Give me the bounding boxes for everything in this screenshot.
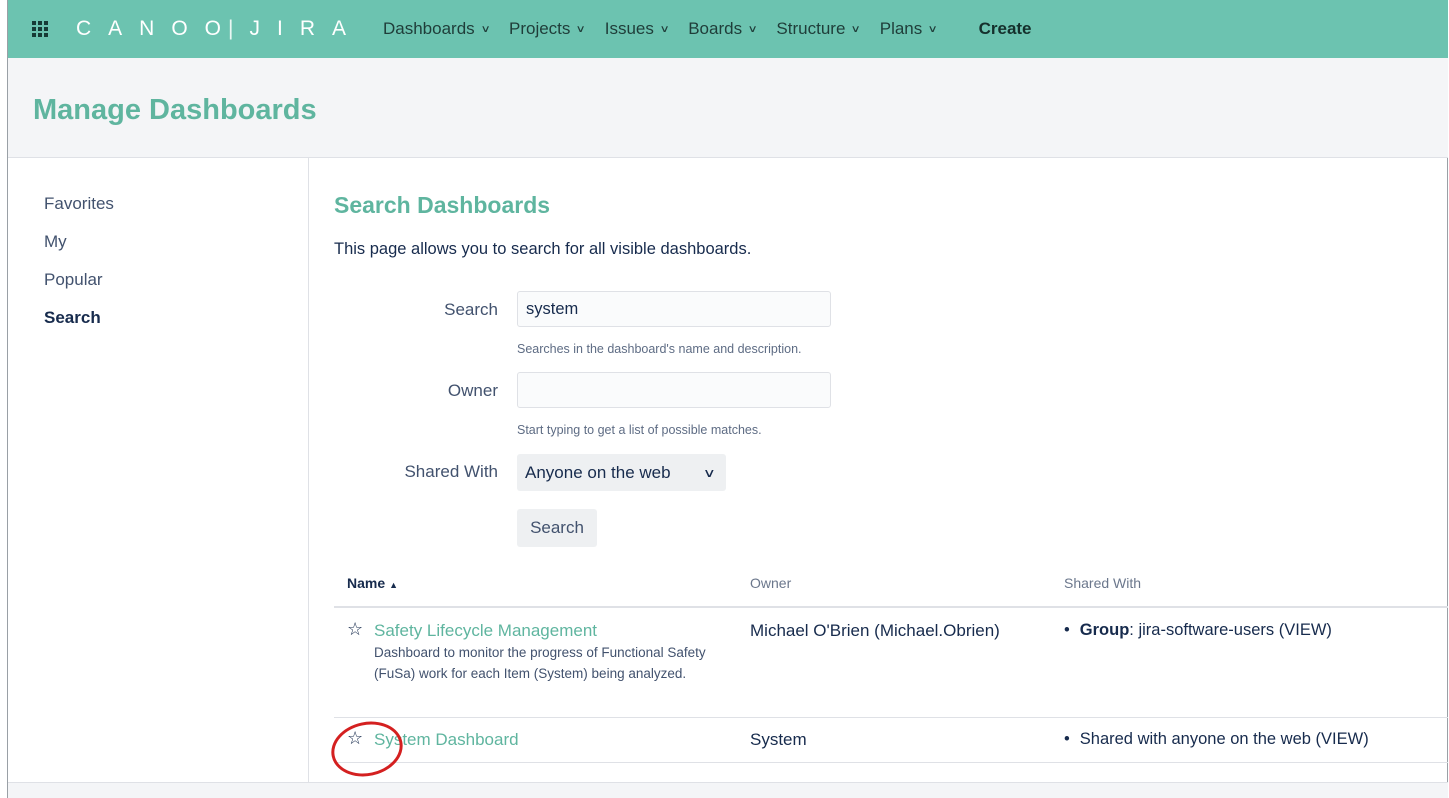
shared-type: Group (1079, 621, 1130, 639)
dashboard-link[interactable]: System Dashboard (374, 730, 519, 750)
owner-hint: Start typing to get a list of possible m… (517, 423, 762, 437)
table-row: ☆ System Dashboard System • Shared with a… (334, 718, 1448, 763)
table-header: Name ▲ Owner Shared With (334, 570, 1448, 608)
chevron-down-icon: ∨ (659, 23, 670, 35)
search-button[interactable]: Search (517, 509, 597, 547)
owner-cell: Michael O'Brien (Michael.Obrien) (750, 621, 1000, 640)
chevron-down-icon: ∨ (927, 23, 939, 35)
chevron-down-icon: ∨ (703, 465, 717, 480)
nav-dashboards[interactable]: Dashboards ∨ (383, 19, 491, 39)
shared-with-cell: • Shared with anyone on the web (VIEW) (1064, 730, 1369, 749)
chevron-down-icon: ∨ (850, 23, 862, 35)
column-header-name[interactable]: Name ▲ (347, 575, 398, 591)
nav-projects-label: Projects (509, 19, 571, 38)
shared-detail: Shared with anyone on the web (VIEW) (1079, 730, 1369, 748)
shared-detail: : jira-software-users (VIEW) (1129, 621, 1332, 639)
sidebar-item-popular[interactable]: Popular (44, 270, 103, 290)
owner-input[interactable] (517, 372, 831, 408)
nav-plans-label: Plans (879, 19, 923, 38)
bullet-icon: • (1064, 621, 1070, 639)
page-header: Manage Dashboards (8, 58, 1448, 158)
search-hint: Searches in the dashboard's name and des… (517, 342, 802, 356)
logo[interactable]: CANOO| JIRA (76, 17, 363, 41)
sort-up-icon: ▲ (389, 580, 399, 590)
nav-issues[interactable]: Issues ∨ (604, 19, 670, 39)
chevron-down-icon: ∨ (575, 23, 587, 35)
shared-with-label: Shared With (404, 462, 498, 481)
nav-structure-label: Structure (776, 19, 846, 38)
dashboard-link[interactable]: Safety Lifecycle Management (374, 621, 597, 641)
owner-label: Owner (447, 381, 498, 400)
search-label: Search (444, 300, 498, 319)
shared-with-cell: • Group: jira-software-users (VIEW) (1064, 621, 1332, 640)
favorite-star-icon[interactable]: ☆ (347, 620, 363, 638)
nav-structure[interactable]: Structure ∨ (776, 19, 862, 39)
shared-with-select[interactable]: Anyone on the web ∨ (517, 454, 726, 491)
nav-projects[interactable]: Projects ∨ (509, 19, 587, 39)
favorite-star-icon[interactable]: ☆ (347, 729, 363, 747)
bullet-icon: • (1064, 730, 1070, 748)
page-title: Manage Dashboards (33, 94, 317, 126)
nav-boards[interactable]: Boards ∨ (688, 19, 758, 39)
nav-plans[interactable]: Plans ∨ (879, 19, 939, 39)
nav-menu: Dashboards ∨ Projects ∨ Issues ∨ Boards ∨ St… (383, 19, 1032, 39)
owner-cell: System (750, 730, 807, 749)
sidebar: Favorites My Popular Search (8, 158, 309, 782)
sidebar-item-search[interactable]: Search (44, 308, 101, 328)
table-row: ☆ Safety Lifecycle Management Dashboard … (334, 608, 1448, 718)
dashboard-description: Dashboard to monitor the progress of Fun… (374, 645, 706, 681)
nav-boards-label: Boards (688, 19, 743, 38)
chevron-down-icon: ∨ (480, 23, 491, 35)
logo-company: CANOO (76, 17, 239, 40)
logo-separator: | (228, 17, 234, 40)
sidebar-item-my[interactable]: My (44, 232, 67, 252)
sidebar-item-favorites[interactable]: Favorites (44, 194, 114, 214)
shared-with-value: Anyone on the web (525, 462, 671, 482)
nav-issues-label: Issues (604, 19, 654, 38)
column-header-shared-with[interactable]: Shared With (1064, 575, 1141, 591)
logo-product: JIRA (249, 17, 363, 40)
nav-dashboards-label: Dashboards (383, 19, 475, 38)
column-header-owner[interactable]: Owner (750, 575, 791, 591)
intro-text: This page allows you to search for all v… (334, 240, 752, 258)
create-button[interactable]: Create (979, 19, 1032, 39)
footer-bar (8, 782, 1448, 798)
main-content: Search Dashboards This page allows you t… (310, 158, 1448, 782)
top-navigation: CANOO| JIRA Dashboards ∨ Projects ∨ Issues ∨… (8, 0, 1448, 58)
app-switcher-icon[interactable] (32, 20, 50, 38)
column-header-name-label: Name (347, 575, 386, 591)
chevron-down-icon: ∨ (747, 23, 758, 35)
search-input[interactable] (517, 291, 831, 327)
section-title: Search Dashboards (334, 192, 551, 218)
results-table: Name ▲ Owner Shared With ☆ Safety Lifecyc… (334, 570, 1448, 763)
